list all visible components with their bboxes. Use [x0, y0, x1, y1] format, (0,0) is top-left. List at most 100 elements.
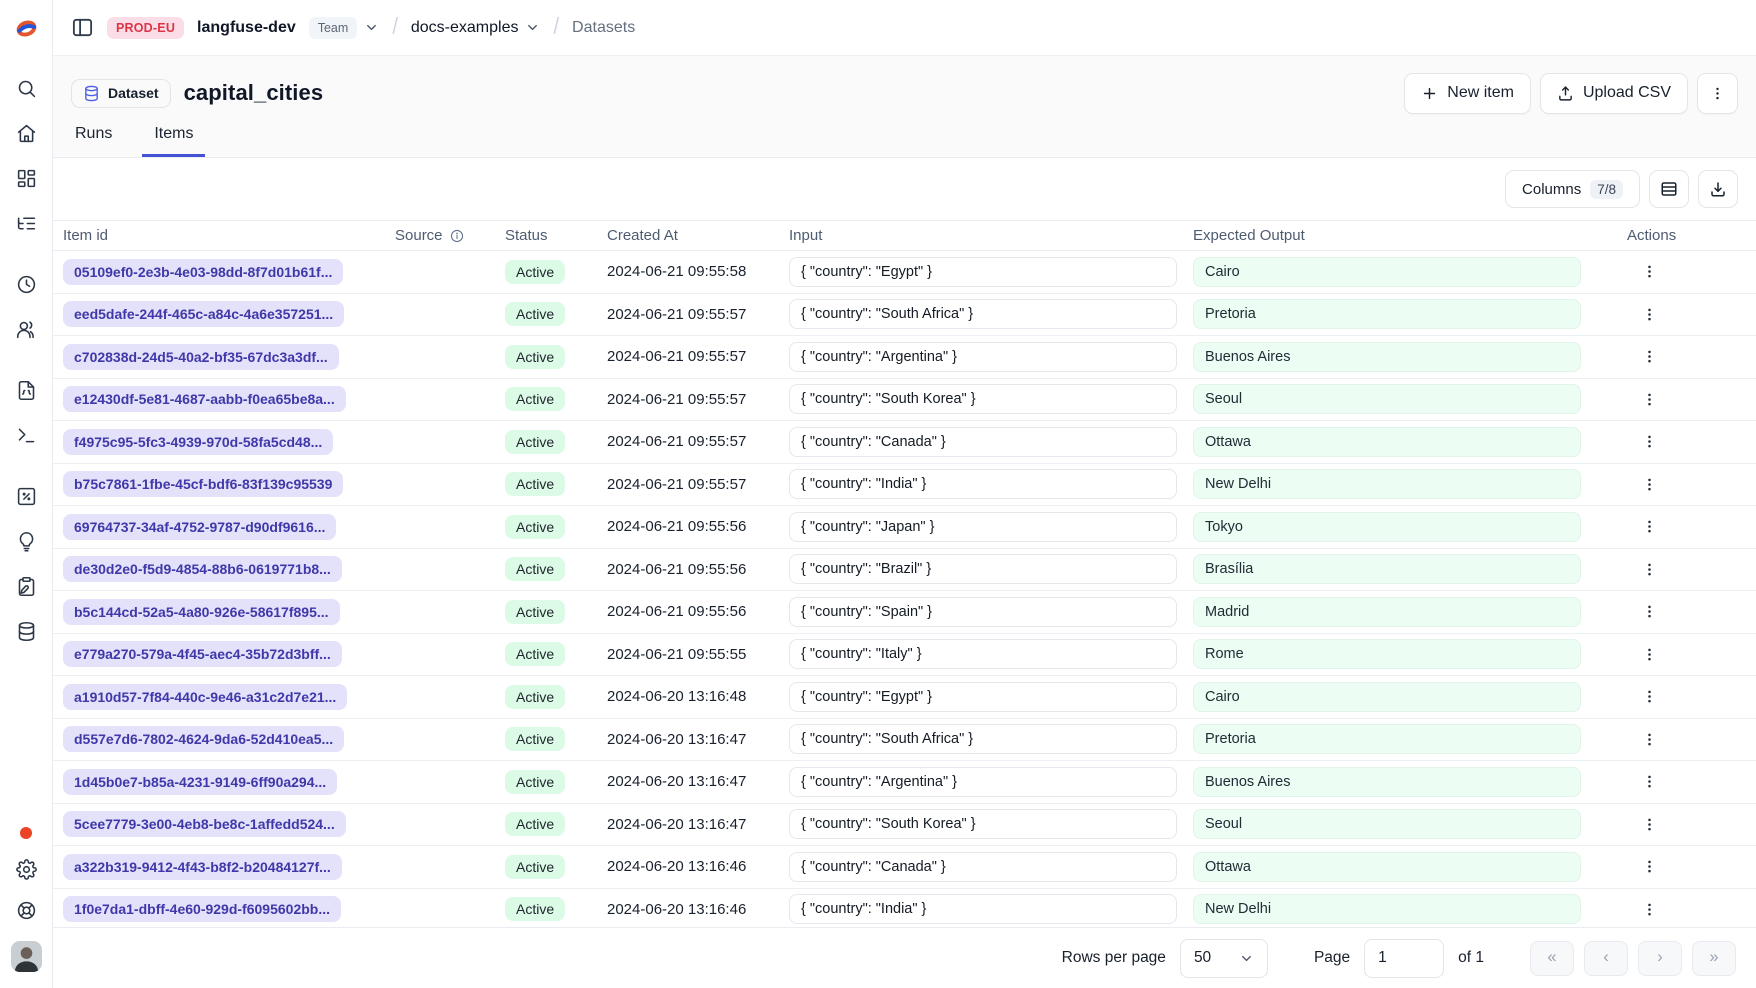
next-page-button[interactable]: › — [1638, 941, 1682, 976]
new-item-label: New item — [1447, 84, 1514, 102]
row-actions-button[interactable] — [1635, 640, 1664, 669]
sidebar-item-settings[interactable] — [16, 859, 37, 880]
item-id-badge[interactable]: c702838d-24d5-40a2-bf35-67dc3a3df... — [63, 344, 339, 370]
expected-output-value-box: Ottawa — [1193, 427, 1581, 457]
row-actions-button[interactable] — [1635, 385, 1664, 414]
sidebar-item-sessions[interactable] — [16, 274, 37, 295]
input-cell: { "country": "South Korea" } — [789, 384, 1193, 414]
row-actions-button[interactable] — [1635, 257, 1664, 286]
table-row[interactable]: e779a270-579a-4f45-aec4-35b72d3bff... Ac… — [53, 634, 1756, 677]
table-row[interactable]: d557e7d6-7802-4624-9da6-52d410ea5... Act… — [53, 719, 1756, 762]
actions-cell — [1613, 385, 1756, 414]
llm-judge-lightbulb-icon — [16, 531, 37, 552]
sidebar-item-llm-as-judge[interactable] — [16, 531, 37, 552]
previous-page-button[interactable]: ‹ — [1584, 941, 1628, 976]
table-row[interactable]: c702838d-24d5-40a2-bf35-67dc3a3df... Act… — [53, 336, 1756, 379]
item-id-badge[interactable]: e12430df-5e81-4687-aabb-f0ea65be8a... — [63, 386, 346, 412]
sidebar-item-users[interactable] — [16, 319, 37, 340]
sidebar-toggle-button[interactable] — [71, 16, 94, 39]
item-id-badge[interactable]: 05109ef0-2e3b-4e03-98dd-8f7d01b61f... — [63, 259, 343, 285]
table-row[interactable]: de30d2e0-f5d9-4854-88b6-0619771b8... Act… — [53, 549, 1756, 592]
organization-name[interactable]: langfuse-dev — [197, 19, 296, 37]
expected-output-value-box: Cairo — [1193, 257, 1581, 287]
upload-csv-button[interactable]: Upload CSV — [1540, 73, 1688, 114]
row-actions-button[interactable] — [1635, 810, 1664, 839]
row-actions-button[interactable] — [1635, 725, 1664, 754]
item-id-badge[interactable]: de30d2e0-f5d9-4854-88b6-0619771b8... — [63, 556, 342, 582]
new-item-button[interactable]: New item — [1404, 73, 1531, 114]
project-switcher-button[interactable]: docs-examples — [411, 19, 541, 37]
table-row[interactable]: 05109ef0-2e3b-4e03-98dd-8f7d01b61f... Ac… — [53, 251, 1756, 294]
page-number-input[interactable] — [1364, 939, 1444, 978]
row-actions-button[interactable] — [1635, 682, 1664, 711]
tab-runs[interactable]: Runs — [73, 125, 114, 157]
dataset-type-label: Dataset — [108, 85, 159, 101]
row-actions-button[interactable] — [1635, 895, 1664, 924]
item-id-badge[interactable]: e779a270-579a-4f45-aec4-35b72d3bff... — [63, 641, 342, 667]
rows-per-page-select[interactable]: 50 — [1180, 939, 1268, 978]
table-row[interactable]: 1f0e7da1-dbff-4e60-929d-f6095602bb... Ac… — [53, 889, 1756, 928]
input-cell: { "country": "Spain" } — [789, 597, 1193, 627]
sidebar-item-annotation[interactable] — [16, 576, 37, 597]
row-actions-button[interactable] — [1635, 342, 1664, 371]
sidebar-item-search[interactable] — [16, 78, 37, 99]
table-row[interactable]: eed5dafe-244f-465c-a84c-4a6e357251... Ac… — [53, 294, 1756, 337]
row-actions-button[interactable] — [1635, 555, 1664, 584]
table-row[interactable]: 1d45b0e7-b85a-4231-9149-6ff90a294... Act… — [53, 761, 1756, 804]
org-switcher-button[interactable]: Team — [309, 17, 380, 39]
kebab-menu-icon — [1641, 646, 1658, 663]
sidebar-item-playground[interactable] — [16, 425, 37, 446]
item-id-badge[interactable]: a322b319-9412-4f43-b8f2-b20484127f... — [63, 854, 342, 880]
row-actions-button[interactable] — [1635, 470, 1664, 499]
columns-button[interactable]: Columns 7/8 — [1505, 170, 1640, 208]
kebab-menu-icon — [1641, 901, 1658, 918]
kebab-menu-icon — [1641, 433, 1658, 450]
table-row[interactable]: a322b319-9412-4f43-b8f2-b20484127f... Ac… — [53, 846, 1756, 889]
export-button[interactable] — [1698, 170, 1738, 208]
sidebar-bottom — [11, 827, 42, 988]
item-id-badge[interactable]: eed5dafe-244f-465c-a84c-4a6e357251... — [63, 301, 344, 327]
row-actions-button[interactable] — [1635, 300, 1664, 329]
row-actions-button[interactable] — [1635, 427, 1664, 456]
item-id-badge[interactable]: b75c7861-1fbe-45cf-bdf6-83f139c95539 — [63, 471, 343, 497]
item-id-badge[interactable]: 1f0e7da1-dbff-4e60-929d-f6095602bb... — [63, 896, 341, 922]
item-id-badge[interactable]: 69764737-34af-4752-9787-d90df9616... — [63, 514, 336, 540]
table-row[interactable]: 69764737-34af-4752-9787-d90df9616... Act… — [53, 506, 1756, 549]
record-indicator[interactable] — [20, 827, 32, 839]
more-actions-button[interactable] — [1697, 73, 1738, 114]
rows-per-page-label: Rows per page — [1062, 949, 1166, 967]
table-row[interactable]: e12430df-5e81-4687-aabb-f0ea65be8a... Ac… — [53, 379, 1756, 422]
item-id-badge[interactable]: f4975c95-5fc3-4939-970d-58fa5cd48... — [63, 429, 333, 455]
table-row[interactable]: b75c7861-1fbe-45cf-bdf6-83f139c95539 Act… — [53, 464, 1756, 507]
sidebar-item-dashboards[interactable] — [16, 168, 37, 189]
sidebar-item-tracing[interactable] — [16, 213, 37, 234]
sidebar-item-datasets[interactable] — [16, 621, 37, 642]
table-row[interactable]: b5c144cd-52a5-4a80-926e-58617f895... Act… — [53, 591, 1756, 634]
row-actions-button[interactable] — [1635, 767, 1664, 796]
info-icon[interactable] — [450, 229, 464, 243]
expected-output-value-box: Brasília — [1193, 554, 1581, 584]
table-row[interactable]: 5cee7779-3e00-4eb8-be8c-1affedd524... Ac… — [53, 804, 1756, 847]
row-height-button[interactable] — [1649, 170, 1689, 208]
user-avatar[interactable] — [11, 941, 42, 972]
table-row[interactable]: a1910d57-7f84-440c-9e46-a31c2d7e21... Ac… — [53, 676, 1756, 719]
row-actions-button[interactable] — [1635, 852, 1664, 881]
tab-items[interactable]: Items — [142, 125, 205, 157]
first-page-button[interactable]: « — [1530, 941, 1574, 976]
table-row[interactable]: f4975c95-5fc3-4939-970d-58fa5cd48... Act… — [53, 421, 1756, 464]
item-id-badge[interactable]: b5c144cd-52a5-4a80-926e-58617f895... — [63, 599, 340, 625]
column-header-expected-output: Expected Output — [1193, 227, 1613, 244]
item-id-badge[interactable]: a1910d57-7f84-440c-9e46-a31c2d7e21... — [63, 684, 347, 710]
sidebar-item-support[interactable] — [16, 900, 37, 921]
item-id-badge[interactable]: 5cee7779-3e00-4eb8-be8c-1affedd524... — [63, 811, 346, 837]
sidebar-item-prompts[interactable] — [16, 380, 37, 401]
sidebar-item-evaluation[interactable] — [16, 486, 37, 507]
item-id-badge[interactable]: 1d45b0e7-b85a-4231-9149-6ff90a294... — [63, 769, 337, 795]
sidebar-item-home[interactable] — [16, 123, 37, 144]
pager-buttons: « ‹ › » — [1530, 941, 1736, 976]
last-page-button[interactable]: » — [1692, 941, 1736, 976]
row-actions-button[interactable] — [1635, 597, 1664, 626]
row-actions-button[interactable] — [1635, 512, 1664, 541]
panel-left-icon — [71, 16, 94, 39]
item-id-badge[interactable]: d557e7d6-7802-4624-9da6-52d410ea5... — [63, 726, 344, 752]
